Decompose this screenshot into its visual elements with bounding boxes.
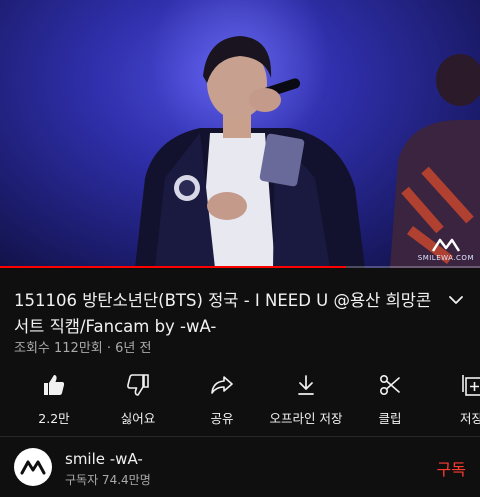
upload-age: 6년 전 bbox=[115, 341, 152, 356]
download-label: 오프라인 저장 bbox=[269, 411, 343, 426]
thumbs-down-icon bbox=[125, 372, 151, 398]
clip-button[interactable]: 클립 bbox=[350, 372, 430, 427]
meta-separator: · bbox=[106, 341, 116, 356]
share-label: 공유 bbox=[210, 411, 234, 426]
video-title[interactable]: 151106 방탄소년단(BTS) 정국 - I NEED U @용산 희망콘서… bbox=[14, 288, 434, 340]
save-playlist-icon bbox=[460, 372, 480, 398]
dislike-label: 싫어요 bbox=[120, 411, 156, 426]
video-frame-performer bbox=[135, 36, 365, 268]
channel-logo-icon bbox=[20, 460, 46, 475]
channel-avatar[interactable] bbox=[14, 448, 52, 486]
video-frame-background-performer bbox=[390, 54, 480, 268]
clip-label: 클립 bbox=[378, 411, 402, 426]
action-bar: 2.2만 싫어요 공유 오프라인 저장 클립 저장 bbox=[0, 372, 480, 427]
channel-name[interactable]: smile -wA- bbox=[65, 450, 143, 468]
progress-bar-fill bbox=[0, 266, 346, 268]
watermark-text: SMILEWA.COM bbox=[417, 254, 474, 262]
subscriber-count: 구독자 74.4만명 bbox=[65, 473, 151, 487]
chevron-down-icon[interactable] bbox=[446, 290, 466, 310]
watermark: SMILEWA.COM bbox=[418, 237, 474, 262]
divider bbox=[0, 436, 480, 437]
like-button[interactable]: 2.2만 bbox=[14, 372, 94, 427]
watermark-logo-icon bbox=[431, 238, 460, 252]
video-metadata: 조회수 112만회 · 6년 전 bbox=[14, 337, 151, 356]
download-icon bbox=[293, 372, 319, 398]
scissors-icon bbox=[377, 372, 403, 398]
save-button[interactable]: 저장 bbox=[434, 372, 480, 427]
like-count: 2.2만 bbox=[38, 411, 70, 426]
thumbs-up-icon bbox=[41, 372, 67, 398]
save-label: 저장 bbox=[460, 411, 480, 426]
video-player[interactable]: SMILEWA.COM bbox=[0, 0, 480, 268]
share-icon bbox=[209, 372, 235, 398]
share-button[interactable]: 공유 bbox=[182, 372, 262, 427]
download-button[interactable]: 오프라인 저장 bbox=[266, 372, 346, 427]
dislike-button[interactable]: 싫어요 bbox=[98, 372, 178, 427]
view-count: 조회수 112만회 bbox=[14, 341, 103, 356]
progress-bar[interactable] bbox=[0, 266, 480, 268]
subscribe-button[interactable]: 구독 bbox=[437, 456, 466, 480]
